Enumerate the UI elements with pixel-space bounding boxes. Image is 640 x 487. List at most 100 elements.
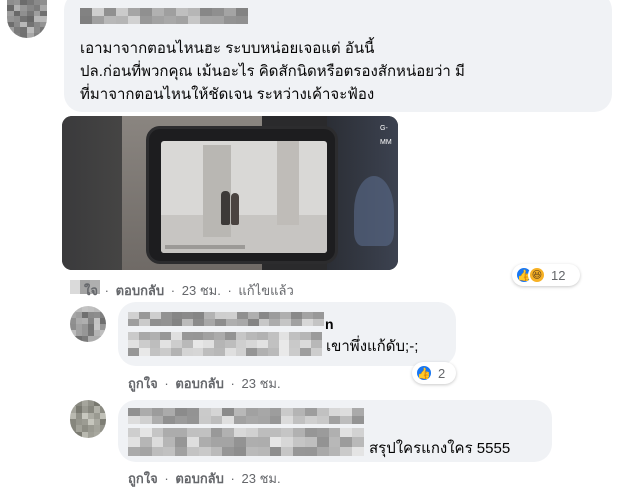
mosaic-block [280,319,292,326]
mosaic-block [304,437,317,447]
mosaic-block [236,8,248,16]
tablet-screen [161,141,327,253]
mosaic-block [215,312,226,319]
mosaic-block [293,446,305,456]
separator: · [230,376,235,391]
mosaic-block [151,446,164,456]
reaction-summary[interactable]: 👍 2 [412,362,456,384]
mosaic-block [138,319,150,326]
avatar-blurred[interactable] [70,400,106,438]
mosaic-block [245,446,258,456]
mosaic-block [151,416,164,424]
mosaic-block [340,446,353,456]
mosaic-block [328,437,341,447]
avatar-blurred[interactable] [7,0,47,38]
mosaic-block [340,416,353,424]
mosaic-block [281,446,294,456]
mosaic-block [304,408,317,416]
mosaic-block [269,428,282,438]
mosaic-block [234,428,246,438]
edited-label[interactable]: แก้ไขแล้ว [238,280,293,301]
mosaic-block [269,312,281,319]
mosaic-block [281,428,294,438]
mosaic-block [20,32,27,38]
author-name-blurred[interactable] [80,8,248,24]
mosaic-block [186,437,199,447]
reaction-count: 12 [551,267,566,283]
mosaic-block [289,332,301,340]
mosaic-block [160,332,172,340]
haha-icon: 😆 [528,266,546,284]
mosaic-block [257,428,270,438]
mosaic-block [267,348,279,356]
timestamp[interactable]: 23 ชม. [182,280,221,301]
mosaic-block [138,348,150,356]
mosaic-block [210,437,223,447]
mosaic-block [246,348,258,356]
mosaic-block [128,16,140,24]
mosaic-block [100,431,106,438]
mosaic-block [186,408,199,416]
mosaic-block [164,8,176,16]
mosaic-block [222,446,235,456]
like-button[interactable]: ใจ [84,280,98,301]
mosaic-block [258,319,270,326]
mosaic-block [257,348,268,356]
mosaic-block [293,428,305,438]
mosaic-block [198,428,211,438]
reply-button[interactable]: ตอบกลับ [116,280,165,301]
mosaic-block [188,8,200,16]
mosaic-block [278,348,290,356]
mosaic-block [139,416,152,424]
mosaic-block [171,348,182,356]
mosaic-block [225,319,237,326]
mosaic-block [245,408,258,416]
cctv-person [231,193,239,225]
mosaic-block [192,332,204,340]
mosaic-block [70,280,80,294]
mosaic-block [302,312,313,319]
mosaic-block [151,437,164,447]
mosaic-block [269,319,281,326]
author-name-blurred[interactable] [128,408,364,424]
mosaic-block [138,340,150,348]
video-plant [354,176,394,246]
comment-text: เอามาจากตอนไหนฮะ ระบบหน่อยเจอแต่ อันนี้ … [80,40,465,103]
mosaic-block [340,437,353,447]
mosaic-block [151,408,164,416]
mosaic-block [182,319,194,326]
mosaic-block [311,332,322,340]
video-thumbnail[interactable]: G-MM [62,116,398,270]
reply-button[interactable]: ตอบกลับ [175,373,224,394]
timestamp[interactable]: 23 ชม. [242,468,281,487]
mosaic-block [139,437,152,447]
mosaic-block [257,446,270,456]
author-name-blurred[interactable] [128,312,324,326]
reply-text: เขาพึ่งแก้ดับ;-; [326,338,419,355]
like-button[interactable]: ถูกใจ [128,373,158,394]
like-button[interactable]: ถูกใจ [128,468,158,487]
mosaic-block [222,437,235,447]
mosaic-block [302,319,313,326]
mosaic-block [171,319,183,326]
mosaic-block [311,348,322,356]
mosaic-block [281,416,294,424]
comment-actions: ใจ · ตอบกลับ · 23 ชม. · แก้ไขแล้ว [84,280,294,301]
mosaic-block [234,416,246,424]
mosaic-block [234,446,246,456]
mosaic-block [175,416,187,424]
mosaic-block [149,319,161,326]
mosaic-block [92,16,104,24]
mosaic-block [236,16,248,24]
avatar-blurred[interactable] [70,306,106,342]
mosaic-block [352,416,364,424]
reply-button[interactable]: ตอบกลับ [175,468,224,487]
mosaic-block [269,446,282,456]
reaction-summary[interactable]: 👍 😆 12 [512,264,580,286]
mosaic-block [140,16,152,24]
cctv-person [221,191,230,225]
timestamp[interactable]: 23 ชม. [242,373,281,394]
mosaic-block [13,32,21,38]
mosaic-block [257,340,268,348]
mosaic-block [149,332,161,340]
